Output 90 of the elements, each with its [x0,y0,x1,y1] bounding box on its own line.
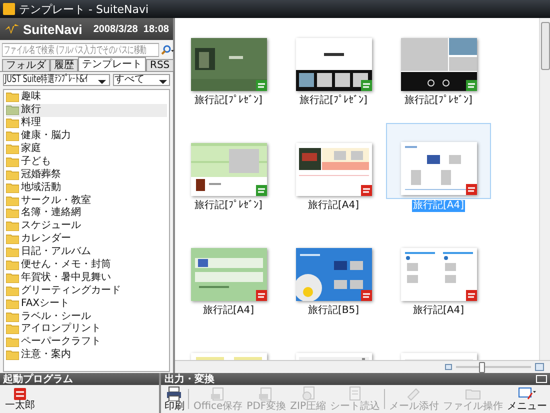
folder-item[interactable]: 注意・案内 [6,348,167,362]
selection-highlight[interactable] [386,123,491,199]
small-view-icon[interactable] [445,364,452,370]
folder-item[interactable]: 便せん・メモ・封筒 [6,258,167,272]
scrollbar-thumb[interactable] [541,22,550,70]
template-label[interactable]: 旅行記[ﾌﾟﾚｾﾞﾝ] [298,95,368,107]
folder-item[interactable]: 趣味 [6,91,167,104]
folder-item[interactable]: 旅行 [6,104,167,117]
document-icon [258,386,274,401]
template-label[interactable]: 旅行記[A4] [306,200,360,212]
app-badge-icon [256,80,266,91]
large-view-icon[interactable] [535,363,544,371]
app-badge-icon [466,184,476,195]
folder-icon [6,324,19,334]
folder-icon [6,156,19,167]
app-icon [3,3,15,15]
folder-item[interactable]: 年賀状・暑中見舞い [6,271,167,284]
app-badge-icon [466,80,476,91]
folder-item[interactable]: 冠婚葬祭 [6,168,167,182]
folder-icon [6,286,19,296]
template-label[interactable]: 旅行記[B5] [306,305,360,317]
app-icon [14,388,26,400]
menu-button[interactable]: メニュー [507,386,547,412]
folder-icon [6,272,19,283]
folder-icon [6,182,19,193]
folder-icon [6,350,19,360]
folder-item[interactable]: サークル・教室 [6,194,167,208]
folder-icon [6,312,19,322]
folder-item[interactable]: 日記・アルバム [6,246,167,259]
folder-icon [6,298,19,309]
folder-icon [6,144,19,154]
folder-item[interactable]: 健康・脳力 [6,130,167,143]
zoom-slider[interactable] [456,362,531,372]
dropdown[interactable]: JUST Suite特選ﾃﾝﾌﾟﾚｰﾄ&ｲ [3,74,110,86]
app-badge-icon [360,80,372,91]
folder-item[interactable]: 料理 [6,116,167,130]
sheet-icon [347,386,363,401]
template-label[interactable]: 旅行記[A4] [202,305,255,317]
folder-item[interactable]: カレンダー [6,232,167,246]
folder-item[interactable]: 名簿・連絡網 [6,207,167,220]
scrollbar[interactable] [539,18,550,360]
folder-icon [6,247,19,258]
folder-item[interactable]: ラベル・シール [6,310,167,324]
app-badge-icon [256,185,266,196]
menu-icon [518,386,536,401]
template-label[interactable]: 旅行記[ﾌﾟﾚｾﾞﾝ] [404,95,474,107]
logo-text: SuiteNavi [23,22,82,36]
folder-icon [6,131,19,142]
folder-item[interactable]: 家庭 [6,142,167,156]
folder-icon [6,337,19,348]
slider-thumb[interactable] [479,362,486,372]
folder-item[interactable]: グリーティングカード [6,284,167,298]
logo-icon [4,22,20,36]
folder-item[interactable]: スケジュール [6,220,167,233]
template-label[interactable]: 旅行記[ﾌﾟﾚｾﾞﾝ] [194,95,264,107]
date-time: 2008/3/28 18:08 [93,24,169,34]
folder-icon [6,105,19,116]
document-icon [210,386,226,401]
printer-icon [166,386,182,401]
template-label[interactable]: 旅行記[A4] [412,305,465,317]
folder-icon [6,208,19,218]
section-title: 起動プログラム [3,374,73,384]
search-field[interactable]: ファイル名で検索 (フルパス入力でそのパスに移動 [2,43,159,57]
folder-icon [6,170,19,180]
app-badge-icon [360,185,372,196]
app-badge-icon [360,290,372,301]
template-label[interactable]: 旅行記[ﾌﾟﾚｾﾞﾝ] [194,200,264,212]
tab[interactable]: テンプレート [78,57,146,71]
app-badge-icon [466,290,476,301]
folder-item[interactable]: 地域活動 [6,181,167,194]
tab[interactable]: フォルダ [2,59,50,71]
app-badge-icon [256,290,266,301]
folder-item[interactable]: 子ども [6,155,167,168]
folder-icon [6,260,19,270]
folder-icon [6,221,19,232]
tab[interactable]: 履歴 [50,59,78,71]
section-title: 出力・変換 [164,374,214,384]
folder-item[interactable]: FAXシート [6,297,167,310]
tab[interactable]: RSS [146,59,174,71]
program-button[interactable]: 一太郎 [3,388,35,410]
dropdown[interactable]: すべて [112,74,170,86]
search-icon[interactable] [160,44,174,56]
folder-item[interactable]: ペーパークラフト [6,336,167,349]
toolbar-button[interactable]: 印刷 [164,386,184,412]
folder-item[interactable]: アイロンプリント [6,323,167,336]
view-switch-icon[interactable] [536,375,547,383]
folder-icon [6,234,19,244]
folder-icon [6,196,19,206]
archive-icon [300,386,316,401]
window-title: テンプレート - SuiteNavi [19,2,149,16]
